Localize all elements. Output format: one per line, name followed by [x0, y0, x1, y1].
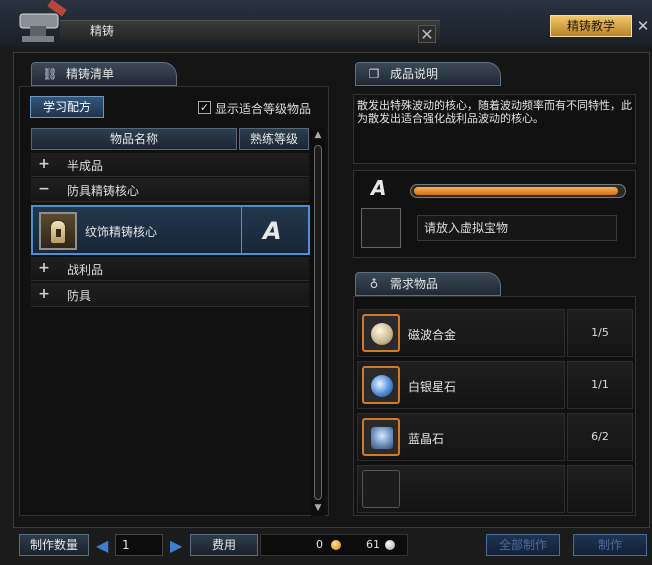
- alloy-icon: [362, 314, 400, 352]
- filter-level-checkbox[interactable]: ✓: [198, 101, 211, 114]
- title-strip: [60, 20, 440, 40]
- tree-node-armor-core[interactable]: − 防具精铸核心: [31, 178, 309, 202]
- proficiency-grade: A: [263, 217, 282, 245]
- tree-node-semi-finished[interactable]: + 半成品: [31, 153, 309, 177]
- learn-recipe-button[interactable]: 学习配方: [30, 96, 104, 118]
- requirement-row[interactable]: 白银星石: [357, 361, 565, 409]
- rune-stone-icon: [39, 212, 77, 250]
- requirement-count: 1/5: [567, 309, 633, 357]
- craft-button[interactable]: 制作: [573, 534, 647, 556]
- virtual-item-slot[interactable]: [361, 208, 401, 248]
- requirement-name: 白银星石: [408, 380, 457, 394]
- requirement-row[interactable]: 磁波合金: [357, 309, 565, 357]
- fee-label: 费用: [190, 534, 258, 556]
- requirement-name: 磁波合金: [408, 328, 457, 342]
- requirement-count: 6/2: [567, 413, 633, 461]
- window-title: 精铸: [90, 24, 115, 38]
- scroll-up-icon[interactable]: ▲: [312, 129, 324, 141]
- tutorial-close-icon[interactable]: ✕: [634, 15, 652, 37]
- recipe-item-name: 纹饰精铸核心: [85, 225, 158, 239]
- expand-icon[interactable]: +: [37, 157, 51, 171]
- decrease-quantity-icon[interactable]: ◀: [96, 536, 108, 556]
- tree-node-label: 半成品: [67, 159, 104, 173]
- recipe-list-tab: ⛓ 精铸清单: [31, 62, 177, 86]
- scroll-icon: ❐: [368, 67, 380, 81]
- result-desc-title: 成品说明: [390, 67, 439, 81]
- requirement-name: 蓝晶石: [408, 432, 445, 446]
- result-desc-tab: ❐ 成品说明: [355, 62, 501, 86]
- cost-silver-value: 61: [366, 538, 380, 551]
- tree-node-label: 战利品: [67, 263, 104, 277]
- filter-level-label: 显示适合等级物品: [215, 102, 312, 116]
- scroll-down-icon[interactable]: ▼: [312, 502, 324, 514]
- grade-progress-bar: [410, 184, 626, 198]
- expand-icon[interactable]: +: [37, 261, 51, 275]
- empty-slot: [362, 470, 400, 508]
- recipe-item-selected[interactable]: 纹饰精铸核心 A: [31, 205, 310, 255]
- collapse-icon[interactable]: −: [37, 182, 51, 196]
- close-icon[interactable]: ✕: [418, 25, 436, 44]
- virtual-item-placeholder: 请放入虚拟宝物: [417, 215, 617, 241]
- requirement-row[interactable]: 蓝晶石: [357, 413, 565, 461]
- craft-quantity-label: 制作数量: [19, 534, 89, 556]
- craft-all-button[interactable]: 全部制作: [486, 534, 560, 556]
- link-icon: ⛓: [42, 67, 58, 81]
- increase-quantity-icon[interactable]: ▶: [170, 536, 182, 556]
- requirements-tab: ♁ 需求物品: [355, 272, 501, 296]
- expand-icon[interactable]: +: [37, 287, 51, 301]
- column-item-name[interactable]: 物品名称: [31, 128, 237, 150]
- grade-progress-fill: [414, 187, 618, 195]
- description-text: 散发出特殊波动的核心，随着波动频率而有不同特性，此为散发出适合强化战利品波动的核…: [357, 99, 632, 125]
- silver-star-stone-icon: [362, 366, 400, 404]
- tree-node-armor[interactable]: + 防具: [31, 283, 309, 307]
- column-proficiency[interactable]: 熟练等级: [239, 128, 309, 150]
- tree-node-label: 防具: [67, 289, 92, 303]
- recipe-list-title: 精铸清单: [66, 67, 115, 81]
- result-grade: A: [371, 176, 387, 200]
- tree-node-label: 防具精铸核心: [67, 184, 140, 198]
- requirements-title: 需求物品: [390, 277, 439, 291]
- divider: [241, 207, 242, 253]
- silver-coin-icon: [385, 540, 395, 550]
- title-bar: 精铸 ✕ 精铸教学 ✕: [0, 0, 652, 46]
- cost-gold-value: 0: [316, 538, 323, 551]
- blue-crystal-icon: [362, 418, 400, 456]
- quantity-input[interactable]: 1: [115, 534, 163, 556]
- requirement-row-empty[interactable]: [357, 465, 565, 513]
- scroll-thumb[interactable]: [314, 145, 322, 500]
- gold-coin-icon: [331, 540, 341, 550]
- requirement-count-empty: [567, 465, 633, 513]
- bag-icon: ♁: [369, 277, 379, 291]
- tutorial-button[interactable]: 精铸教学: [550, 15, 632, 37]
- tree-node-loot[interactable]: + 战利品: [31, 257, 309, 281]
- requirement-count: 1/1: [567, 361, 633, 409]
